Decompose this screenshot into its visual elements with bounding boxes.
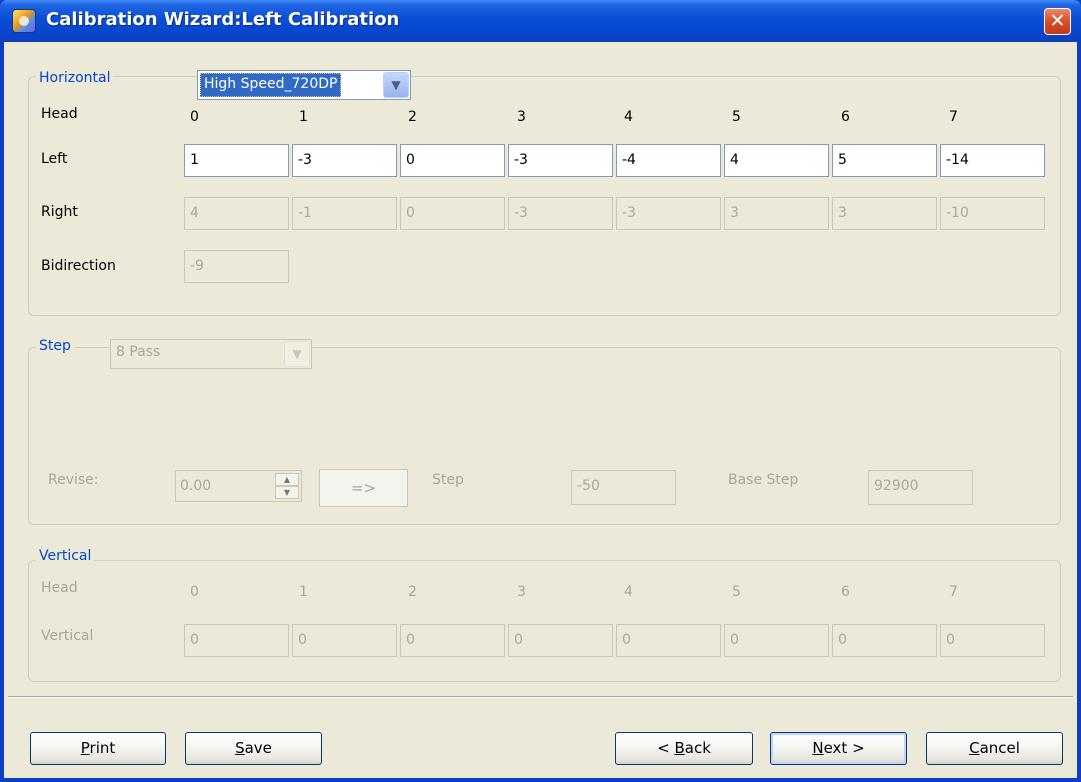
vertical-head-5: 5: [732, 584, 741, 600]
vertical-head-3-field: 0: [508, 624, 613, 657]
left-head-4-input[interactable]: -4: [616, 144, 721, 177]
vertical-group: [28, 560, 1061, 682]
horizontal-head-6: 6: [841, 109, 850, 125]
vertical-head-0: 0: [190, 584, 199, 600]
right-head-0-field: 4: [184, 197, 289, 230]
print-button[interactable]: Print: [30, 732, 166, 765]
horizontal-mode-select[interactable]: High Speed_720DP ▼: [197, 70, 411, 100]
left-head-5-input[interactable]: 4: [724, 144, 829, 177]
vertical-head-5-field: 0: [724, 624, 829, 657]
left-head-3-input[interactable]: -3: [508, 144, 613, 177]
vertical-head-label: Head: [41, 580, 78, 596]
step-label: Step: [432, 472, 464, 488]
step-pass-selected: 8 Pass: [116, 344, 161, 360]
right-head-2-field: 0: [400, 197, 505, 230]
save-button[interactable]: Save: [185, 732, 322, 765]
vertical-head-2-field: 0: [400, 624, 505, 657]
base-step-field: 92900: [868, 470, 973, 505]
vertical-head-6-field: 0: [832, 624, 937, 657]
right-row-label: Right: [41, 204, 78, 220]
vertical-head-4-field: 0: [616, 624, 721, 657]
left-head-2-input[interactable]: 0: [400, 144, 505, 177]
horizontal-head-4: 4: [624, 109, 633, 125]
right-head-6-field: 3: [832, 197, 937, 230]
close-icon: ✕: [1049, 10, 1066, 32]
bidirection-label: Bidirection: [41, 258, 116, 274]
chevron-down-icon[interactable]: ▼: [383, 72, 409, 98]
revise-stepper: 0.00 ▲ ▼: [175, 470, 302, 502]
left-head-6-input[interactable]: 5: [832, 144, 937, 177]
bidirection-field: -9: [184, 250, 289, 283]
horizontal-head-1: 1: [299, 109, 308, 125]
vertical-legend: Vertical: [36, 548, 95, 564]
left-head-0-input[interactable]: 1: [184, 144, 289, 177]
footer-separator: [8, 696, 1073, 698]
close-button[interactable]: ✕: [1044, 8, 1071, 35]
horizontal-mode-selected: High Speed_720DP: [200, 73, 342, 97]
horizontal-head-3: 3: [517, 109, 526, 125]
horizontal-head-5: 5: [732, 109, 741, 125]
next-button[interactable]: Next >: [770, 732, 907, 765]
title-bar[interactable]: Calibration Wizard:Left Calibration ✕: [0, 0, 1081, 42]
chevron-down-icon: ▼: [284, 341, 310, 367]
right-head-1-field: -1: [292, 197, 397, 230]
right-head-3-field: -3: [508, 197, 613, 230]
vertical-head-0-field: 0: [184, 624, 289, 657]
window-title: Calibration Wizard:Left Calibration: [46, 9, 400, 30]
right-head-5-field: 3: [724, 197, 829, 230]
revise-label: Revise:: [48, 472, 99, 488]
spin-down-icon: ▼: [275, 486, 299, 499]
vertical-head-1: 1: [299, 584, 308, 600]
apply-revise-button: =>: [319, 469, 408, 507]
calibration-app-icon: [12, 9, 36, 33]
horizontal-head-0: 0: [190, 109, 199, 125]
right-head-7-field: -10: [940, 197, 1045, 230]
horizontal-legend: Horizontal: [36, 70, 114, 86]
horizontal-group: [28, 76, 1061, 316]
vertical-row-label: Vertical: [41, 628, 94, 644]
revise-value: 0.00: [180, 478, 212, 494]
left-row-label: Left: [41, 151, 68, 167]
dialog-client-area: Horizontal High Speed_720DP ▼ Head 0 1 2…: [4, 42, 1077, 778]
right-head-4-field: -3: [616, 197, 721, 230]
vertical-head-2: 2: [408, 584, 417, 600]
vertical-head-4: 4: [624, 584, 633, 600]
vertical-head-3: 3: [517, 584, 526, 600]
cancel-button[interactable]: Cancel: [926, 732, 1063, 765]
base-step-label: Base Step: [728, 472, 799, 488]
vertical-head-6: 6: [841, 584, 850, 600]
left-head-1-input[interactable]: -3: [292, 144, 397, 177]
horizontal-head-2: 2: [408, 109, 417, 125]
step-pass-select: 8 Pass ▼: [110, 339, 312, 369]
back-button[interactable]: < Back: [615, 732, 753, 765]
step-legend: Step: [36, 338, 74, 354]
vertical-head-7-field: 0: [940, 624, 1045, 657]
vertical-head-1-field: 0: [292, 624, 397, 657]
vertical-head-7: 7: [949, 584, 958, 600]
step-value-field: -50: [571, 470, 676, 505]
calibration-wizard-window: Calibration Wizard:Left Calibration ✕ Ho…: [0, 0, 1081, 782]
horizontal-head-label: Head: [41, 106, 78, 122]
left-head-7-input[interactable]: -14: [940, 144, 1045, 177]
spin-up-icon: ▲: [275, 473, 299, 486]
horizontal-head-7: 7: [949, 109, 958, 125]
